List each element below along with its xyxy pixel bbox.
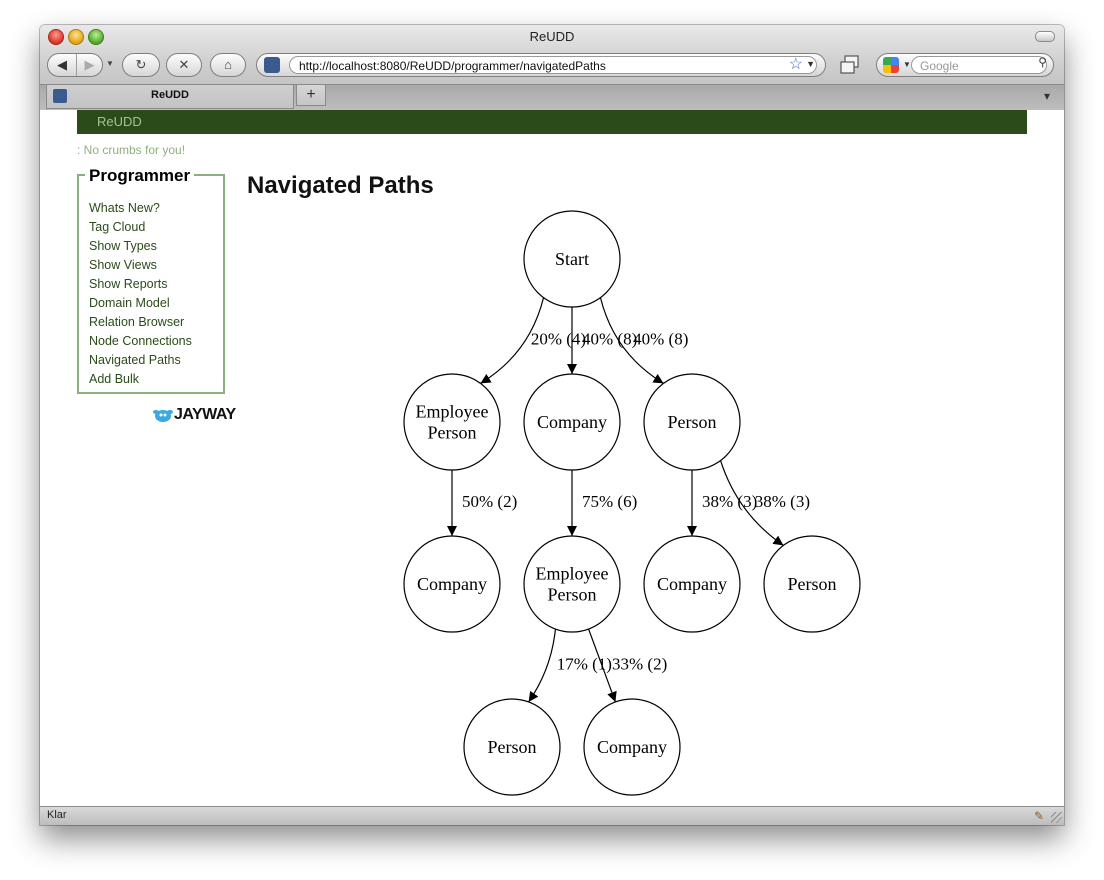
programmer-menu: Programmer Whats New? Tag Cloud Show Typ… <box>77 166 225 394</box>
status-bar: Klar ✎ <box>40 806 1064 825</box>
tab-bar: ReUDD + ▾ <box>40 84 1064 110</box>
tab-list-icon[interactable]: ▾ <box>1044 89 1060 103</box>
graph-node-label-person: Person <box>788 574 837 594</box>
new-window-icon[interactable] <box>840 55 860 75</box>
graph-node-c1[interactable]: Company <box>523 373 621 471</box>
graph-edge-label: 50% (2) <box>462 492 517 511</box>
google-logo-icon[interactable] <box>883 57 899 73</box>
graph-node-label-employee: Employee <box>416 402 489 422</box>
graph-node-p2[interactable]: Person <box>763 535 861 633</box>
graph-edge-label: 20% (4) <box>531 330 586 349</box>
window-title: ReUDD <box>529 29 575 44</box>
search-icon[interactable]: ⚲ <box>1038 55 1047 69</box>
url-dropdown-icon[interactable]: ▼ <box>806 59 815 69</box>
toolbar-toggle-button[interactable] <box>1035 31 1055 42</box>
back-button[interactable]: ◀ <box>48 54 77 76</box>
search-engine-dropdown-icon[interactable]: ▼ <box>903 60 911 69</box>
graph-node-label-person: Person <box>488 737 537 757</box>
browser-window: ReUDD ◀ ▶ ▼ ↻ ✕ ⌂ http://localhost:8080/… <box>40 25 1064 825</box>
address-bar: http://localhost:8080/ReUDD/programmer/n… <box>256 53 826 77</box>
graph-edge-label: 38% (3) <box>755 492 810 511</box>
tab-label: ReUDD <box>151 89 189 101</box>
graph-node-label-company: Company <box>597 737 667 757</box>
jayway-bird-icon <box>153 410 173 422</box>
stop-button[interactable]: ✕ <box>166 53 202 77</box>
site-header: ReUDD <box>77 110 1027 134</box>
menu-item-show-views[interactable]: Show Views <box>89 256 192 275</box>
page-title: Navigated Paths <box>247 172 434 199</box>
status-text: Klar <box>47 809 67 821</box>
reload-icon: ↻ <box>135 57 147 72</box>
menu-item-add-bulk[interactable]: Add Bulk <box>89 370 192 389</box>
home-icon: ⌂ <box>224 57 232 72</box>
graph-node-label-company: Company <box>657 574 727 594</box>
graph-node-c2[interactable]: Company <box>403 535 501 633</box>
bookmark-star-icon[interactable]: ☆ <box>789 54 803 74</box>
menu-title: Programmer <box>85 166 195 186</box>
graph-edge-label: 38% (3) <box>702 492 757 511</box>
graph-node-label-employee: Employee <box>536 564 609 584</box>
graph-node-ep2[interactable]: EmployeePerson <box>523 535 621 633</box>
graph-node-p3[interactable]: Person <box>463 698 561 796</box>
page-content: ReUDD : No crumbs for you! Programmer Wh… <box>40 110 1064 807</box>
reload-button[interactable]: ↻ <box>122 53 160 77</box>
graph-node-label-person: Person <box>428 423 477 443</box>
menu-item-navigated-paths[interactable]: Navigated Paths <box>89 351 192 370</box>
search-input[interactable]: Google <box>911 56 1047 74</box>
graph-edge-label: 40% (8) <box>633 330 688 349</box>
forward-button[interactable]: ▶ <box>77 54 102 76</box>
home-button[interactable]: ⌂ <box>210 53 246 77</box>
graph-node-label-company: Company <box>417 574 487 594</box>
menu-list: Whats New? Tag Cloud Show Types Show Vie… <box>89 199 192 389</box>
breadcrumb: : No crumbs for you! <box>77 143 186 157</box>
jayway-logo[interactable]: JAYWAY <box>152 405 236 427</box>
graph-edge-label: 33% (2) <box>612 655 667 674</box>
graph-edge-label: 40% (8) <box>582 330 637 349</box>
graph-node-c3[interactable]: Company <box>643 535 741 633</box>
menu-item-domain-model[interactable]: Domain Model <box>89 294 192 313</box>
graph-node-ep1[interactable]: EmployeePerson <box>403 373 501 471</box>
navigated-paths-graph: 20% (4)40% (8)40% (8)50% (2) 75% (6) 38% (… <box>403 210 861 796</box>
graph-edge-label: 75% (6) <box>582 492 637 511</box>
menu-item-show-reports[interactable]: Show Reports <box>89 275 192 294</box>
stop-icon: ✕ <box>178 57 190 72</box>
back-forward-group: ◀ ▶ <box>47 53 103 77</box>
graph-node-label-person: Person <box>548 585 597 605</box>
graph-node-label-start: Start <box>555 249 589 269</box>
menu-item-node-connections[interactable]: Node Connections <box>89 332 192 351</box>
jayway-logo-text: JAYWAY <box>174 406 236 423</box>
site-brand-link[interactable]: ReUDD <box>97 114 142 129</box>
menu-item-whats-new[interactable]: Whats New? <box>89 199 192 218</box>
menu-item-tag-cloud[interactable]: Tag Cloud <box>89 218 192 237</box>
graph-node-start[interactable]: Start <box>523 210 621 308</box>
graph-node-p1[interactable]: Person <box>643 373 741 471</box>
resize-grip[interactable] <box>1051 812 1062 823</box>
new-tab-button[interactable]: + <box>296 85 326 106</box>
graph-node-c4[interactable]: Company <box>583 698 681 796</box>
graph-edge-ep2-p3 <box>528 628 557 703</box>
search-bar: ▼ Google ⚲ <box>876 53 1054 77</box>
status-activity-icon: ✎ <box>1033 809 1044 823</box>
site-favicon-icon[interactable] <box>264 57 280 73</box>
menu-item-relation-browser[interactable]: Relation Browser <box>89 313 192 332</box>
graph-node-label-company: Company <box>537 412 607 432</box>
history-dropdown-icon[interactable]: ▼ <box>106 59 114 68</box>
graph-node-label-person: Person <box>668 412 717 432</box>
title-bar: ReUDD ◀ ▶ ▼ ↻ ✕ ⌂ http://localhost:8080/… <box>40 25 1064 110</box>
menu-item-show-types[interactable]: Show Types <box>89 237 192 256</box>
tab-reudd[interactable]: ReUDD <box>46 85 294 109</box>
url-input[interactable]: http://localhost:8080/ReUDD/programmer/n… <box>289 56 817 74</box>
